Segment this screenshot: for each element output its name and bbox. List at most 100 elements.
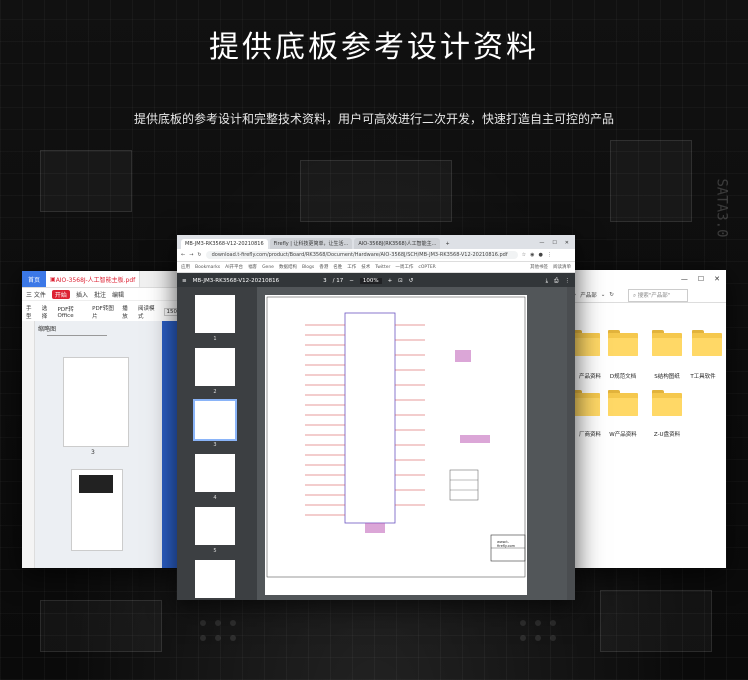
bookmark-item[interactable]: 名胜 — [333, 264, 342, 270]
star-icon[interactable]: ☆ — [522, 252, 526, 258]
menu-icon[interactable]: ⋮ — [547, 252, 552, 258]
zoom-out-icon[interactable]: − — [349, 278, 354, 284]
maximize-icon[interactable]: ☐ — [552, 240, 556, 246]
browser-tab-bar: MB-JM3-RK3568-V12-20210816 Firefly | 让科技… — [177, 235, 575, 249]
page-total: / 17 — [332, 278, 344, 284]
page-number-input[interactable]: 3 — [323, 278, 327, 284]
bookmarks-bar: 应用 Bookmarks AI开平台 福客 Gene 数据结构 Blogs 香港… — [177, 262, 575, 273]
wps-tab-bar: 首页 ▣ AIO-3568J-人工智能主板.pdf — [22, 271, 180, 288]
minimize-icon[interactable]: — — [681, 275, 688, 283]
bookmark-item[interactable]: 其他书签 — [530, 264, 548, 270]
bookmark-item[interactable]: cOPTER — [418, 265, 435, 270]
pdf-to-office-button[interactable]: PDF转Office — [58, 305, 87, 319]
pdf-scrollbar[interactable] — [567, 287, 575, 600]
zoom-in-icon[interactable]: + — [388, 278, 393, 284]
explorer-title-bar: — ☐ ✕ — [570, 270, 726, 288]
zoom-value[interactable]: 100% — [359, 278, 382, 284]
bookmark-item[interactable]: 香港 — [319, 264, 328, 270]
bookmark-item[interactable]: 技术 — [361, 264, 370, 270]
folder-icon[interactable] — [608, 390, 638, 416]
address-bar-row: ← → ↻ download.t-firefly.com/product/Boa… — [177, 249, 575, 262]
more-icon[interactable]: ⋮ — [565, 278, 571, 284]
reload-icon[interactable]: ↻ — [197, 252, 201, 258]
forward-icon[interactable]: → — [189, 252, 193, 258]
download-icon[interactable]: ⤓ — [546, 278, 548, 285]
breadcrumb[interactable]: 产品部 — [580, 291, 597, 299]
page-thumbnail[interactable] — [63, 357, 129, 447]
hamburger-icon[interactable]: ≡ — [182, 278, 187, 284]
bookmark-item[interactable]: 福客 — [248, 264, 257, 270]
thumbnail-number: 1 — [213, 336, 217, 342]
bookmark-item[interactable]: 阅读清单 — [553, 264, 575, 270]
read-mode-button[interactable]: 阅读模式 — [138, 304, 158, 320]
bookmark-item[interactable]: 一周工作 — [395, 264, 413, 270]
file-explorer-window: — ☐ ✕ › 产品部 ⌄ ↻ ⌕ 搜索"产品部" 产品资料 D规范文档 S结构… — [570, 270, 726, 568]
folder-icon[interactable] — [608, 330, 638, 356]
bookmark-item[interactable]: 数据结构 — [279, 264, 297, 270]
pdf-to-image-button[interactable]: PDF转图片 — [92, 304, 116, 320]
close-icon[interactable]: ✕ — [714, 275, 720, 283]
bookmark-item[interactable]: Blogs — [302, 265, 314, 270]
rotate-icon[interactable]: ↺ — [409, 278, 414, 284]
pdf-thumbnail[interactable]: 2 — [195, 348, 235, 395]
menu-file[interactable]: 三 文件 — [26, 290, 46, 299]
menu-start[interactable]: 开始 — [51, 289, 70, 299]
maximize-icon[interactable]: ☐ — [698, 275, 704, 283]
browser-tab[interactable]: Firefly | 让科技更简单，让生活... — [269, 238, 353, 249]
bookmark-item[interactable]: Bookmarks — [195, 265, 220, 270]
hand-tool[interactable]: 手型 — [26, 304, 36, 320]
window-controls: — ☐ ✕ — [539, 240, 575, 249]
menu-edit[interactable]: 编辑 — [112, 290, 124, 299]
search-placeholder: 搜索"产品部" — [637, 292, 671, 299]
silkscreen-label: SATA3.0 — [713, 178, 730, 238]
folder-label: Z-U盘资料 — [653, 432, 681, 438]
search-input[interactable]: ⌕ 搜索"产品部" — [627, 288, 688, 302]
close-icon[interactable]: ✕ — [565, 240, 569, 246]
pdf-thumbnail-active[interactable]: 3 — [193, 399, 237, 448]
pdf-thumbnail[interactable]: 4 — [195, 454, 235, 501]
menu-insert[interactable]: 插入 — [76, 290, 88, 299]
tab-document-label: AIO-3568J-人工智能主板.pdf — [55, 276, 136, 284]
pcb-chip — [600, 590, 712, 652]
thumbnail-panel: 缩略图 3 — [35, 321, 180, 568]
wps-body: 缩略图 3 — [22, 321, 180, 568]
folder-icon[interactable] — [652, 390, 682, 416]
pcb-chip — [300, 160, 452, 222]
url-input[interactable]: download.t-firefly.com/product/Board/RK3… — [205, 251, 518, 259]
bookmark-item[interactable]: 应用 — [181, 264, 190, 270]
bookmark-item[interactable]: Twitter — [375, 265, 390, 270]
back-icon[interactable]: ← — [181, 252, 185, 258]
schematic-drawing — [266, 296, 526, 578]
page-title: 提供底板参考设计资料 — [209, 30, 539, 65]
minimize-icon[interactable]: — — [539, 240, 544, 246]
pdf-thumbnail[interactable]: 6 — [195, 560, 235, 598]
profile-icon[interactable]: ● — [538, 252, 542, 258]
thumbnail-number: 3 — [213, 442, 217, 448]
wps-side-rail — [22, 321, 35, 568]
explorer-address-bar: › 产品部 ⌄ ↻ ⌕ 搜索"产品部" — [570, 288, 726, 303]
select-tool[interactable]: 选择 — [42, 304, 52, 320]
pdf-thumbnail[interactable]: 5 — [195, 507, 235, 554]
bookmark-item[interactable]: AI开平台 — [225, 264, 243, 270]
tab-document[interactable]: ▣ AIO-3568J-人工智能主板.pdf — [46, 271, 141, 287]
menu-comment[interactable]: 批注 — [94, 290, 106, 299]
bookmark-item[interactable]: Gene — [262, 265, 274, 270]
new-tab-icon[interactable]: + — [442, 241, 452, 249]
folder-icon[interactable] — [692, 330, 722, 356]
extension-icon[interactable]: ◉ — [530, 252, 534, 258]
print-icon[interactable]: ⎙ — [554, 278, 558, 285]
tab-home[interactable]: 首页 — [22, 271, 47, 287]
pdf-thumbnail[interactable]: 1 — [195, 295, 235, 342]
refresh-icon[interactable]: ↻ — [609, 292, 614, 298]
fit-page-icon[interactable]: ⊡ — [398, 278, 403, 284]
folder-icon[interactable] — [652, 330, 682, 356]
page-thumbnail-number: 3 — [91, 449, 95, 456]
browser-tab[interactable]: AIO-3568J(RK3568)人工智能主... — [354, 238, 441, 249]
folder-label: D规范文档 — [609, 374, 637, 380]
play-button[interactable]: 播放 — [122, 304, 132, 320]
thumbnail-zoom-slider[interactable] — [47, 335, 107, 336]
wps-menu-bar: 三 文件 开始 插入 批注 编辑 — [22, 288, 180, 301]
bookmark-item[interactable]: 工作 — [347, 264, 356, 270]
chevron-down-icon[interactable]: ⌄ — [601, 292, 606, 298]
browser-tab[interactable]: MB-JM3-RK3568-V12-20210816 — [181, 239, 268, 249]
